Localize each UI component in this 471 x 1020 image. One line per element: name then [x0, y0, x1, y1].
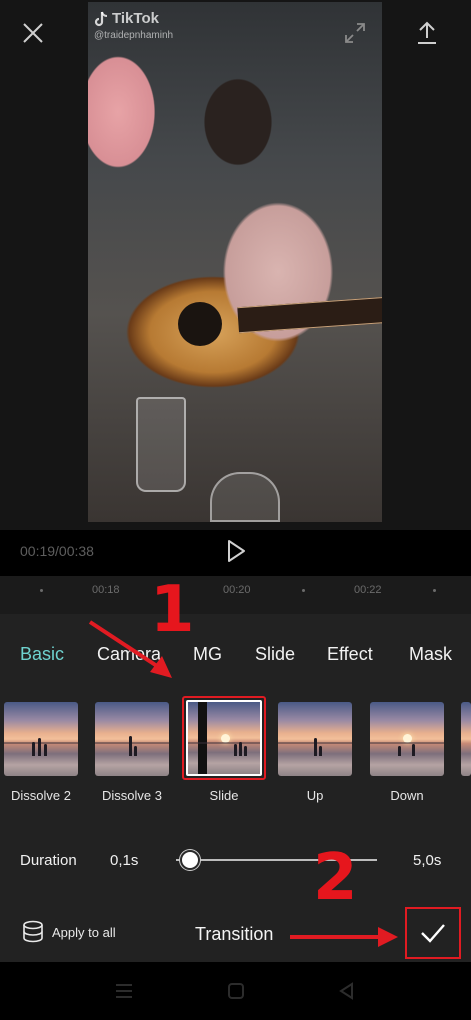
duration-min-label: 0,1s	[110, 852, 139, 869]
system-navigation-bar	[0, 962, 471, 1020]
step-number-1: 1	[150, 573, 195, 647]
ruler-label-0: 00:18	[92, 584, 120, 596]
guitar-soundhole-shape	[178, 302, 222, 346]
figures-shape	[232, 732, 254, 756]
playback-timecode: 00:19/00:38	[20, 543, 94, 559]
figures-shape	[121, 732, 143, 756]
video-frame[interactable]: TikTok @traidepnhaminh	[88, 2, 382, 522]
tab-effect[interactable]: Effect	[327, 644, 373, 665]
transition-thumb-dissolve-3[interactable]	[95, 702, 169, 776]
ruler-tick	[302, 589, 305, 592]
fullscreen-icon	[345, 23, 365, 43]
close-icon	[23, 23, 43, 43]
tiktok-watermark: TikTok	[94, 10, 159, 27]
tab-slide[interactable]: Slide	[255, 644, 295, 665]
confirm-button[interactable]	[405, 907, 461, 959]
layers-icon	[23, 920, 43, 943]
panel-title: Transition	[195, 924, 274, 944]
fullscreen-button[interactable]	[340, 18, 370, 48]
transition-thumb-dissolve-2[interactable]	[4, 702, 78, 776]
transition-label: Slide	[209, 788, 239, 803]
ruler-label-2: 00:22	[354, 584, 382, 596]
tiktok-logo-icon	[94, 11, 108, 26]
play-icon	[228, 540, 245, 562]
glass-shape	[136, 397, 186, 492]
transition-label: Up	[306, 788, 324, 803]
duration-max-label: 5,0s	[413, 852, 442, 869]
back-nav-icon[interactable]	[336, 982, 358, 1000]
watermark-brand: TikTok	[112, 10, 159, 27]
tab-mg[interactable]: MG	[193, 644, 222, 665]
timeline-ruler[interactable]: 00:18 00:20 00:22	[0, 576, 471, 614]
ruler-tick	[433, 589, 436, 592]
transition-label: Down	[390, 788, 424, 803]
video-preview-area: TikTok @traidepnhaminh 00:19/00:38	[0, 0, 471, 562]
apply-to-all-label: Apply to all	[52, 924, 116, 940]
transition-panel: Basic Camera MG Slide Effect Mask Dissol…	[0, 614, 471, 962]
close-button[interactable]	[18, 18, 48, 48]
transition-label: Dissolve 2	[11, 788, 71, 803]
bowl-shape	[210, 472, 280, 522]
transition-thumb-slide[interactable]	[186, 700, 262, 776]
export-icon	[418, 21, 436, 44]
ruler-tick	[40, 589, 43, 592]
apply-to-all-button[interactable]: Apply to all	[22, 920, 116, 944]
duration-label: Duration	[20, 852, 77, 869]
figures-shape	[312, 732, 334, 756]
tab-basic[interactable]: Basic	[20, 644, 64, 665]
ruler-label-1: 00:20	[223, 584, 251, 596]
figures-shape	[30, 732, 52, 756]
watermark-handle: @traidepnhaminh	[94, 30, 174, 41]
transition-category-tabs: Basic Camera MG Slide Effect Mask	[0, 644, 471, 670]
transition-label: Dissolve 3	[102, 788, 162, 803]
tab-camera[interactable]: Camera	[97, 644, 161, 665]
figures-shape	[396, 732, 418, 756]
export-button[interactable]	[412, 18, 442, 48]
tab-mask[interactable]: Mask	[409, 644, 452, 665]
play-button[interactable]	[222, 538, 250, 564]
menu-nav-icon[interactable]	[113, 982, 135, 1000]
check-icon	[421, 924, 445, 943]
guitar-neck-shape	[237, 296, 382, 334]
transition-thumb-up[interactable]	[278, 702, 352, 776]
home-nav-icon[interactable]	[225, 982, 247, 1000]
step-number-2: 2	[313, 841, 358, 915]
slide-bar-shape	[198, 702, 207, 774]
transition-thumb-partial[interactable]	[461, 702, 471, 776]
transition-thumb-down[interactable]	[370, 702, 444, 776]
duration-slider-handle[interactable]	[180, 850, 200, 870]
